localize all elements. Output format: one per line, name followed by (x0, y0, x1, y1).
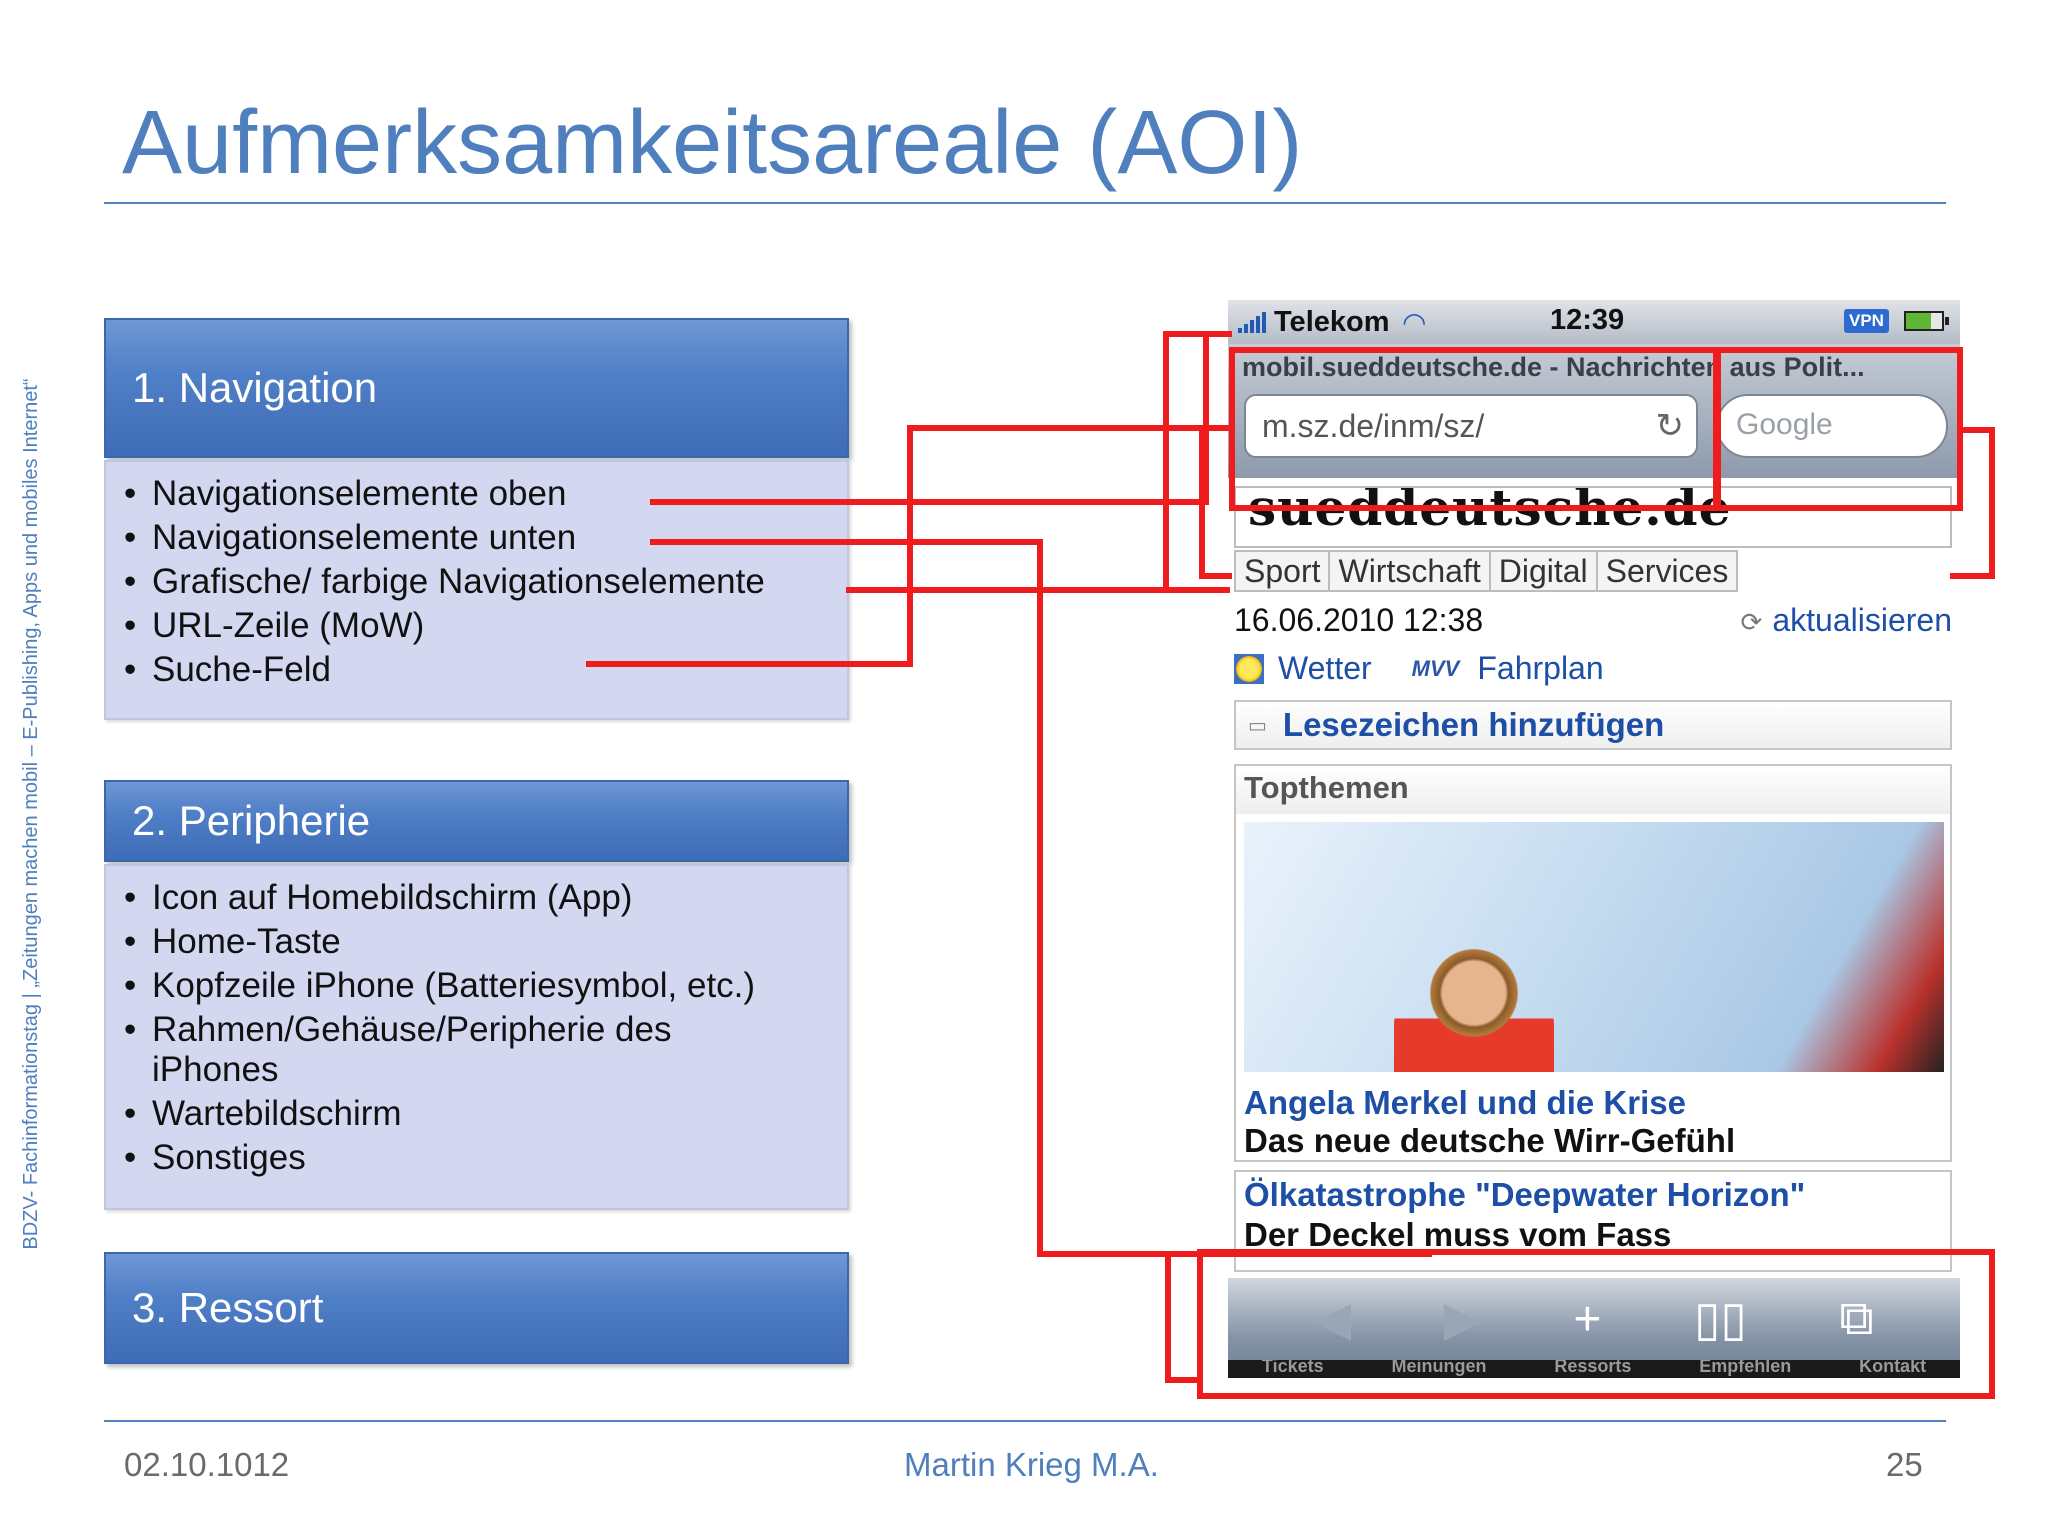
url-field[interactable]: m.sz.de/inm/sz/ ↻ (1244, 394, 1698, 458)
footer-divider (104, 1420, 1946, 1422)
list-item: Suche-Feld (122, 648, 847, 692)
site-logo[interactable]: sueddeutsche.de (1234, 486, 1952, 548)
section-header-peripherie: 2. Peripherie (104, 780, 849, 862)
tab-ressorts[interactable]: Ressorts (1554, 1360, 1631, 1378)
section-title: 1. Navigation (132, 364, 378, 411)
tab-tickets[interactable]: Tickets (1262, 1360, 1324, 1378)
list-item: Navigationselemente oben (122, 472, 847, 516)
status-bar: Telekom ◠ 12:39 VPN (1228, 300, 1960, 344)
battery-icon (1904, 311, 1949, 331)
reload-icon[interactable]: ↻ (1656, 406, 1685, 446)
topics-header: Topthemen (1236, 766, 1950, 814)
connector-graphic-nav (846, 331, 1232, 593)
section-title: 3. Ressort (132, 1284, 324, 1331)
carrier-label: Telekom (1274, 305, 1390, 338)
topic-headline[interactable]: Ölkatastrophe "Deepwater Horizon" (1244, 1176, 1805, 1214)
book-icon: ▭ (1248, 714, 1267, 737)
list-item: Rahmen/Gehäuse/Peripherie des iPhones (122, 1010, 762, 1090)
list-item: Sonstiges (122, 1136, 847, 1180)
menu-item-sport[interactable]: Sport (1236, 552, 1331, 590)
plus-icon[interactable]: + (1573, 1292, 1601, 1347)
browser-page-title: mobil.sueddeutsche.de - Nachrichten aus … (1242, 352, 1865, 382)
date-row: 16.06.2010 12:38 ⟳ aktualisieren (1234, 602, 1952, 639)
tab-kontakt[interactable]: Kontakt (1859, 1360, 1926, 1378)
logo-text: sueddeutsche.de (1248, 486, 1732, 537)
phone-screenshot: Telekom ◠ 12:39 VPN mobil.sueddeutsche.d… (1228, 300, 1960, 1378)
photo-person (1394, 942, 1554, 1072)
refresh-icon: ⟳ (1740, 607, 1763, 637)
connector-bottom (1165, 1254, 1200, 1383)
topic-photo[interactable] (1244, 822, 1944, 1072)
section-title: 2. Peripherie (132, 797, 371, 844)
mvv-icon: MVV (1411, 655, 1460, 681)
page-number: 25 (1886, 1446, 1923, 1483)
vpn-badge: VPN (1844, 309, 1889, 333)
menu-item-services[interactable]: Services (1598, 552, 1737, 590)
topic-subline: Der Deckel muss vom Fass (1244, 1216, 1672, 1253)
topic-second: Ölkatastrophe "Deepwater Horizon" Der De… (1234, 1170, 1952, 1272)
list-item: Kopfzeile iPhone (Batteriesymbol, etc.) (122, 964, 847, 1008)
clock: 12:39 (1550, 304, 1625, 336)
list-item: Grafische/ farbige Navigationselemente (122, 560, 847, 604)
date-text: 16.06.2010 12:38 (1234, 602, 1484, 638)
topic-headline[interactable]: Angela Merkel und die Krise (1244, 1084, 1686, 1122)
title-divider (104, 202, 1946, 204)
wifi-icon: ◠ (1403, 306, 1426, 338)
sun-icon (1234, 653, 1264, 684)
section-body-navigation: Navigationselemente oben Navigationselem… (104, 460, 849, 720)
section-body-peripherie: Icon auf Homebildschirm (App) Home-Taste… (104, 864, 849, 1210)
search-input[interactable]: Google (1716, 394, 1948, 458)
list-item: Navigationselemente unten (122, 516, 847, 560)
service-links: Wetter MVV Fahrplan (1234, 650, 1604, 687)
signal-icon (1238, 311, 1266, 333)
timetable-link[interactable]: Fahrplan (1477, 650, 1603, 687)
list-item: URL-Zeile (MoW) (122, 604, 847, 648)
top-topics: Topthemen Angela Merkel und die Krise Da… (1234, 764, 1952, 1162)
browser-url-bar: mobil.sueddeutsche.de - Nachrichten aus … (1228, 344, 1960, 478)
list-item: Icon auf Homebildschirm (App) (122, 876, 847, 920)
list-item: Home-Taste (122, 920, 847, 964)
peripherie-list: Icon auf Homebildschirm (App) Home-Taste… (122, 876, 847, 1180)
menu-item-wirtschaft[interactable]: Wirtschaft (1330, 552, 1491, 590)
bookmark-label: Lesezeichen hinzufügen (1282, 706, 1665, 743)
footer-date: 02.10.1012 (124, 1446, 290, 1483)
pages-icon[interactable]: ⧉ (1839, 1291, 1873, 1347)
bookmarks-icon[interactable]: ▯▯ (1694, 1291, 1747, 1347)
list-item: Wartebildschirm (122, 1092, 847, 1136)
refresh-label: aktualisieren (1772, 602, 1952, 638)
section-header-navigation: 1. Navigation (104, 318, 849, 458)
menu-item-digital[interactable]: Digital (1491, 552, 1598, 590)
category-menu: Sport Wirtschaft Digital Services (1234, 550, 1739, 592)
refresh-link[interactable]: ⟳ aktualisieren (1741, 602, 1952, 639)
footer-author: Martin Krieg M.A. (904, 1446, 1159, 1483)
forward-icon[interactable]: ▶ (1444, 1291, 1481, 1347)
site-tab-bar: Tickets Meinungen Ressorts Empfehlen Kon… (1228, 1360, 1960, 1378)
url-text: m.sz.de/inm/sz/ (1262, 408, 1485, 444)
back-icon[interactable]: ◀ (1314, 1291, 1351, 1347)
slide-title: Aufmerksamkeitsareale (AOI) (122, 93, 1303, 193)
navigation-list: Navigationselemente oben Navigationselem… (122, 472, 847, 692)
bookmark-button[interactable]: ▭ Lesezeichen hinzufügen (1234, 700, 1952, 750)
topic-subline: Das neue deutsche Wirr-Gefühl (1244, 1122, 1736, 1159)
tab-meinungen[interactable]: Meinungen (1391, 1360, 1486, 1378)
side-caption: BDZV- Fachinformationstag | „Zeitungen m… (20, 378, 42, 1250)
tab-empfehlen[interactable]: Empfehlen (1699, 1360, 1791, 1378)
weather-link[interactable]: Wetter (1278, 650, 1372, 687)
section-header-ressort: 3. Ressort (104, 1252, 849, 1364)
